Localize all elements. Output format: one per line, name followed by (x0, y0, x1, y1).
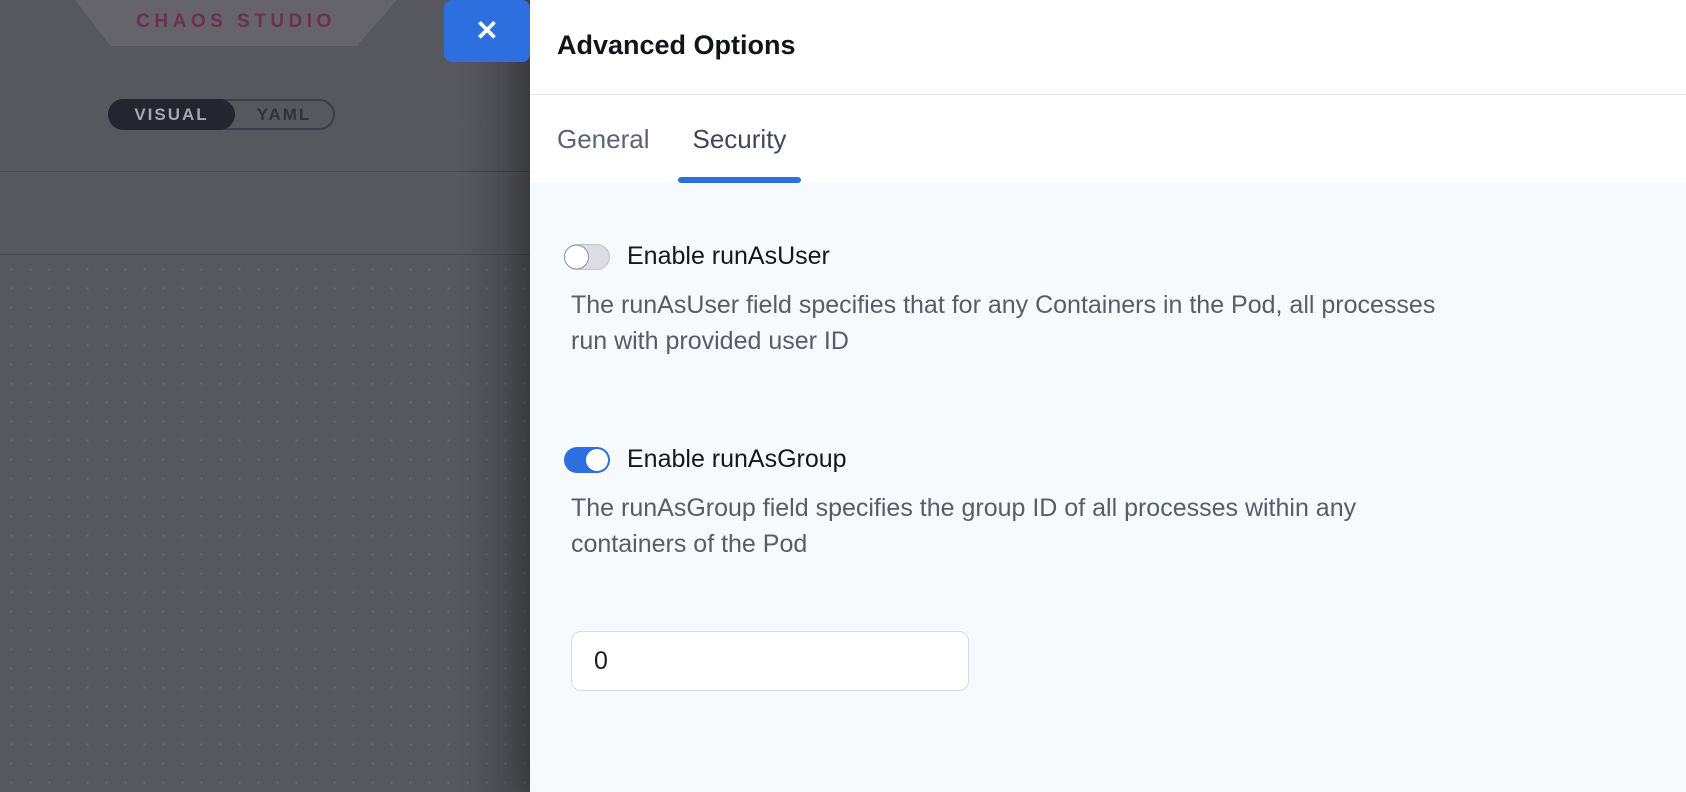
canvas-dot-grid (0, 254, 530, 792)
tab-security[interactable]: Security (678, 95, 802, 183)
brand-banner: CHAOS STUDIO (75, 0, 397, 46)
tab-general[interactable]: General (542, 95, 665, 183)
brand-title: CHAOS STUDIO (136, 11, 336, 35)
runasgroup-toggle-row: Enable runAsGroup (564, 445, 1626, 474)
visual-mode-button[interactable]: VISUAL (108, 99, 235, 130)
toggle-knob (564, 244, 589, 269)
drawer-title: Advanced Options (557, 30, 1686, 61)
enable-runasgroup-toggle[interactable] (564, 447, 610, 473)
canvas-header-divider (0, 171, 530, 172)
close-drawer-button[interactable]: ✕ (444, 0, 530, 62)
security-tab-panel: Enable runAsUser The runAsUser field spe… (530, 183, 1686, 792)
drawer-tab-bar: General Security (530, 95, 1686, 183)
experiment-canvas-backdrop: CHAOS STUDIO VISUAL YAML (0, 0, 530, 792)
enable-runasgroup-label: Enable runAsGroup (627, 445, 847, 474)
yaml-mode-button[interactable]: YAML (235, 101, 333, 128)
runasuser-description: The runAsUser field specifies that for a… (571, 287, 1626, 359)
runasuser-toggle-row: Enable runAsUser (564, 242, 1626, 271)
enable-runasuser-label: Enable runAsUser (627, 242, 830, 271)
advanced-options-drawer: Advanced Options General Security Enable… (530, 0, 1686, 792)
chaos-studio-screen: CHAOS STUDIO VISUAL YAML ✕ Advanced Opti… (0, 0, 1686, 792)
runasgroup-description: The runAsGroup field specifies the group… (571, 490, 1626, 562)
view-mode-toggle[interactable]: VISUAL YAML (108, 99, 335, 130)
toggle-knob (586, 449, 608, 471)
runasgroup-value-input[interactable] (571, 631, 969, 691)
drawer-shadow (460, 0, 530, 792)
close-icon: ✕ (475, 17, 498, 45)
enable-runasuser-toggle[interactable] (564, 244, 610, 270)
drawer-header: Advanced Options (530, 0, 1686, 95)
